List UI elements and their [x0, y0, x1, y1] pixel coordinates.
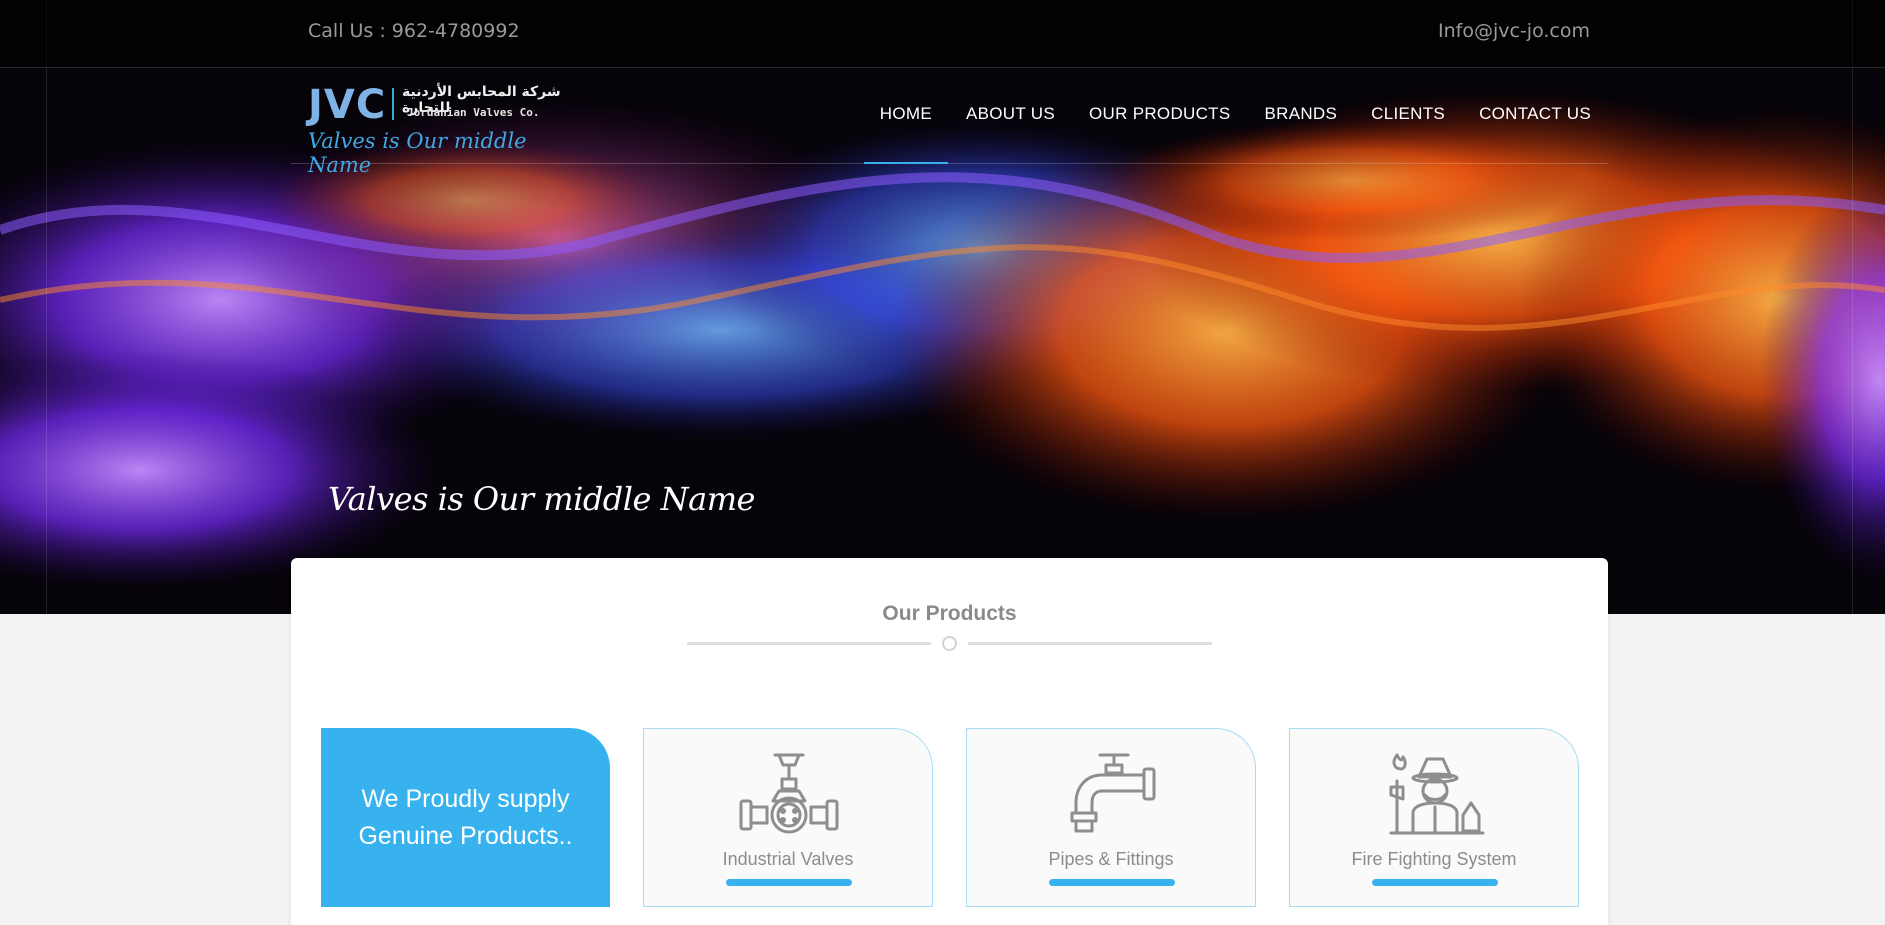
product-card-industrial-valves[interactable]: Industrial Valves [643, 728, 933, 907]
product-card-label: Fire Fighting System [1351, 849, 1517, 869]
nav-menu: HOME ABOUT US OUR PRODUCTS BRANDS CLIENT… [863, 104, 1591, 164]
industrial-valve-icon [739, 753, 839, 834]
product-card-label: Industrial Valves [722, 849, 854, 869]
product-card-underline [1049, 879, 1175, 886]
nav-brands[interactable]: BRANDS [1265, 104, 1338, 124]
nav-our-products[interactable]: OUR PRODUCTS [1089, 104, 1231, 124]
nav-contact-us[interactable]: CONTACT US [1479, 104, 1591, 124]
heading-divider-right [968, 642, 1212, 645]
nav-home[interactable]: HOME [863, 104, 949, 164]
logo-divider [392, 88, 394, 120]
main-navbar: JVC شركة المحابس الأردنية للتجارة Jordan… [291, 68, 1608, 177]
firefighter-icon [1389, 753, 1485, 835]
jvc-logo[interactable]: JVC شركة المحابس الأردنية للتجارة Jordan… [308, 82, 578, 177]
logo-english-name: Jordanian Valves Co. [407, 106, 540, 119]
heading-divider-left [687, 642, 931, 645]
products-heading: Our Products [882, 602, 1017, 625]
product-card-label: Pipes & Fittings [1048, 849, 1174, 869]
product-card-pipes-fittings[interactable]: Pipes & Fittings [966, 728, 1256, 907]
product-card-fire-fighting[interactable]: Fire Fighting System [1289, 728, 1579, 907]
products-panel: Our Products We Proudly supply Genuine P… [291, 558, 1608, 925]
heading-divider-dot [942, 636, 957, 651]
frame-line-left [46, 0, 47, 614]
logo-mark: JVC [308, 82, 387, 128]
logo-tagline: Valves is Our middle Name [308, 129, 527, 177]
hero-caption: Valves is Our middle Name [328, 480, 755, 518]
product-card-underline [726, 879, 852, 886]
top-bar: Call Us : 962-4780992 Info@jvc-jo.com [0, 0, 1885, 68]
email-address[interactable]: Info@jvc-jo.com [1438, 20, 1590, 42]
product-card-underline [1372, 879, 1498, 886]
promo-text: We Proudly supply Genuine Products.. [358, 784, 573, 850]
promo-box: We Proudly supply Genuine Products.. [321, 728, 610, 907]
nav-clients[interactable]: CLIENTS [1371, 104, 1445, 124]
nav-about-us[interactable]: ABOUT US [966, 104, 1055, 124]
frame-line-right [1852, 0, 1853, 614]
phone-number[interactable]: Call Us : 962-4780992 [308, 20, 520, 42]
pipe-faucet-icon [1070, 753, 1156, 833]
hero-banner: Call Us : 962-4780992 Info@jvc-jo.com JV… [0, 0, 1885, 614]
